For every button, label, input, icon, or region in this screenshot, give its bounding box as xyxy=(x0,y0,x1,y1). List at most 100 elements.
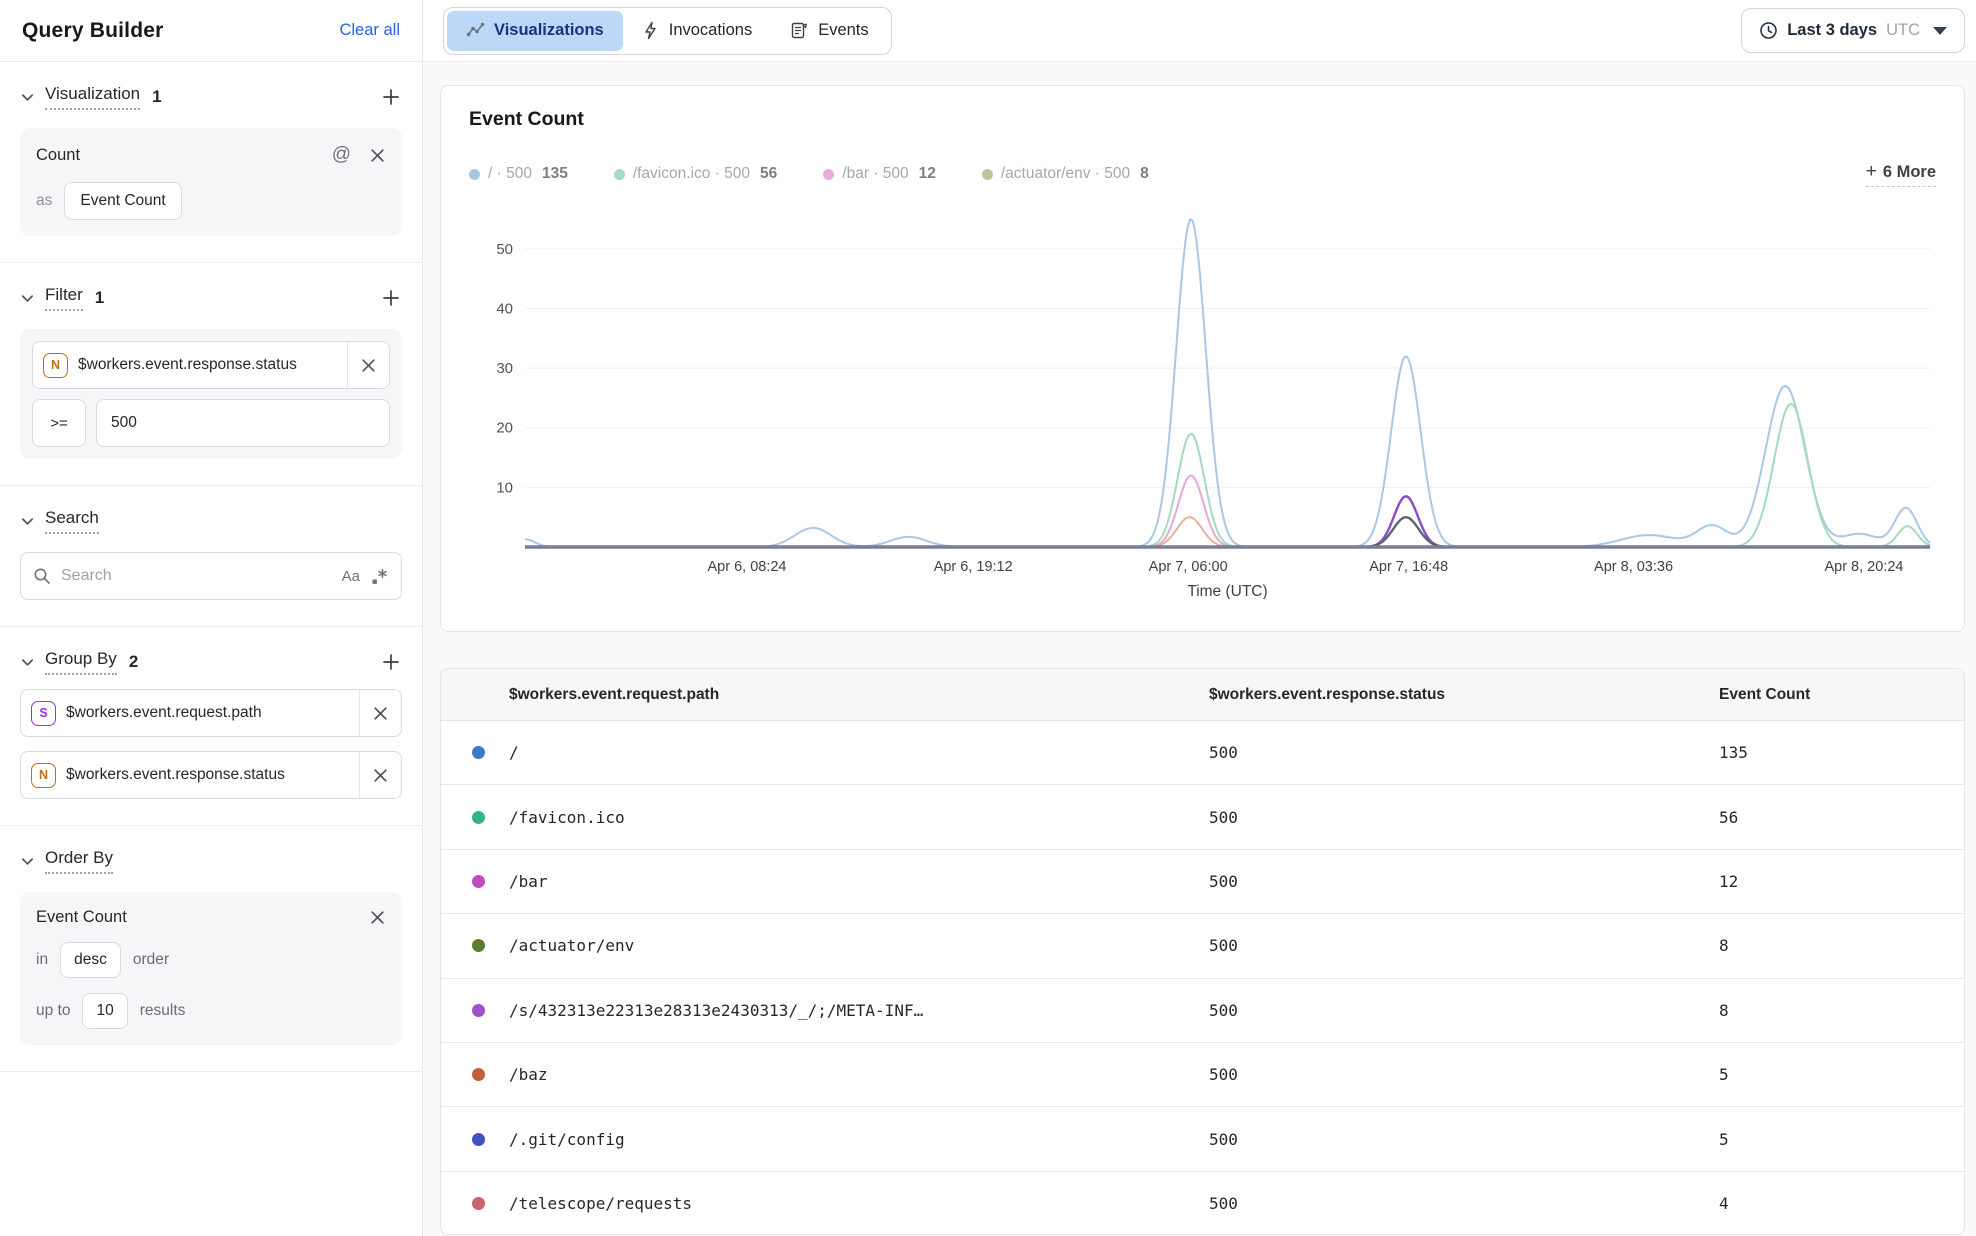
legend-dot xyxy=(823,169,834,180)
clear-all-button[interactable]: Clear all xyxy=(339,21,400,40)
cell-request-path: /s/432313e22313e28313e2430313/_/;/META-I… xyxy=(509,1001,1209,1020)
legend-dot xyxy=(469,169,480,180)
table-header-row: $workers.event.request.path $workers.eve… xyxy=(441,669,1964,721)
x-axis-title: Time (UTC) xyxy=(1187,583,1267,599)
cell-response-status: 500 xyxy=(1209,1065,1719,1084)
cell-event-count: 135 xyxy=(1719,743,1964,762)
group-by-field-name: $workers.event.request.path xyxy=(66,704,359,722)
add-visualization-button[interactable] xyxy=(380,86,402,108)
table-row[interactable]: /.git/config5005 xyxy=(441,1107,1964,1171)
order-by-section-label[interactable]: Order By xyxy=(45,848,113,874)
series-color-dot xyxy=(472,1068,485,1081)
number-type-badge: N xyxy=(31,763,56,788)
operator-select[interactable]: >= xyxy=(32,399,86,447)
chevron-down-icon[interactable] xyxy=(20,90,35,105)
series-color-dot xyxy=(472,1004,485,1017)
app-root: Query Builder Clear all Visualization 1 … xyxy=(0,0,1976,1236)
cell-response-status: 500 xyxy=(1209,936,1719,955)
view-tab-group: Visualizations Invocations Events xyxy=(443,7,892,55)
chart-series xyxy=(525,404,1930,547)
cell-request-path: /actuator/env xyxy=(509,936,1209,955)
table-row[interactable]: /s/432313e22313e28313e2430313/_/;/META-I… xyxy=(441,979,1964,1043)
svg-text:40: 40 xyxy=(496,300,513,317)
add-filter-button[interactable] xyxy=(380,287,402,309)
table-row[interactable]: /telescope/requests5004 xyxy=(441,1172,1964,1235)
legend-row: / · 500135/favicon.ico · 50056/bar · 500… xyxy=(469,161,1936,187)
tab-label: Invocations xyxy=(669,21,752,40)
as-label: as xyxy=(36,192,52,210)
filter-section-label[interactable]: Filter xyxy=(45,285,83,311)
cell-event-count: 8 xyxy=(1719,936,1964,955)
cell-event-count: 56 xyxy=(1719,808,1964,827)
table-row[interactable]: /500135 xyxy=(441,721,1964,785)
match-case-icon[interactable]: Aa xyxy=(342,568,360,585)
cell-event-count: 5 xyxy=(1719,1065,1964,1084)
group-by-field[interactable]: N $workers.event.response.status xyxy=(20,751,402,799)
filter-field[interactable]: N $workers.event.response.status xyxy=(32,341,390,389)
clock-icon xyxy=(1759,21,1778,40)
column-header-status[interactable]: $workers.event.response.status xyxy=(1209,686,1719,704)
series-color-dot xyxy=(472,746,485,759)
column-header-path[interactable]: $workers.event.request.path xyxy=(509,686,1209,704)
remove-group-by-icon[interactable] xyxy=(359,690,401,736)
search-input[interactable] xyxy=(61,567,332,585)
legend-more-button[interactable]: + 6 More xyxy=(1866,161,1936,187)
series-color-dot xyxy=(472,1197,485,1210)
tab-visualizations[interactable]: Visualizations xyxy=(447,11,623,51)
chevron-down-icon[interactable] xyxy=(20,655,35,670)
remove-group-by-icon[interactable] xyxy=(359,752,401,798)
legend-item[interactable]: / · 500135 xyxy=(469,165,568,183)
cell-response-status: 500 xyxy=(1209,1001,1719,1020)
group-by-section-label[interactable]: Group By xyxy=(45,649,117,675)
legend-item[interactable]: /actuator/env · 5008 xyxy=(982,165,1149,183)
query-builder-sidebar: Query Builder Clear all Visualization 1 … xyxy=(0,0,423,1236)
regex-icon[interactable] xyxy=(370,567,389,586)
column-header-count[interactable]: Event Count xyxy=(1719,686,1964,704)
at-sign-icon[interactable]: @ xyxy=(332,144,351,166)
results-table: $workers.event.request.path $workers.eve… xyxy=(440,668,1965,1235)
legend-item[interactable]: /bar · 50012 xyxy=(823,165,936,183)
series-color-dot xyxy=(472,1133,485,1146)
cell-request-path: / xyxy=(509,743,1209,762)
table-row[interactable]: /actuator/env5008 xyxy=(441,914,1964,978)
remove-order-by-icon[interactable] xyxy=(369,909,386,926)
table-row[interactable]: /baz5005 xyxy=(441,1043,1964,1107)
cell-response-status: 500 xyxy=(1209,1130,1719,1149)
tab-invocations[interactable]: Invocations xyxy=(623,11,771,51)
direction-select[interactable]: desc xyxy=(60,942,121,978)
remove-visualization-icon[interactable] xyxy=(369,147,386,164)
search-section-label[interactable]: Search xyxy=(45,508,99,534)
alias-button[interactable]: Event Count xyxy=(64,182,181,220)
tab-events[interactable]: Events xyxy=(771,11,887,51)
cell-response-status: 500 xyxy=(1209,743,1719,762)
legend-label: /favicon.ico · 500 xyxy=(633,165,750,183)
visualization-section-label[interactable]: Visualization xyxy=(45,84,140,110)
page-title: Query Builder xyxy=(22,19,163,43)
order-by-field[interactable]: Event Count xyxy=(36,908,127,927)
results-label: results xyxy=(140,1002,186,1020)
group-by-field[interactable]: S $workers.event.request.path xyxy=(20,689,402,737)
chevron-down-icon[interactable] xyxy=(20,291,35,306)
filter-value-input[interactable]: 500 xyxy=(96,399,390,447)
table-body: /500135/favicon.ico50056/bar50012/actuat… xyxy=(441,721,1964,1235)
main-area: Visualizations Invocations Events xyxy=(423,0,1976,1236)
add-group-by-button[interactable] xyxy=(380,651,402,673)
remove-filter-icon[interactable] xyxy=(347,342,389,388)
table-row[interactable]: /bar50012 xyxy=(441,850,1964,914)
legend-dot xyxy=(982,169,993,180)
table-row[interactable]: /favicon.ico50056 xyxy=(441,785,1964,849)
chevron-down-icon[interactable] xyxy=(20,514,35,529)
time-range-selector[interactable]: Last 3 days UTC xyxy=(1741,8,1965,53)
chevron-down-icon[interactable] xyxy=(20,854,35,869)
cell-response-status: 500 xyxy=(1209,808,1719,827)
chart-plot-area[interactable]: 1020304050Apr 6, 08:24Apr 6, 19:12Apr 7,… xyxy=(469,197,1936,599)
metric-name[interactable]: Count xyxy=(36,146,80,165)
time-range-label: Last 3 days xyxy=(1787,21,1877,40)
chart-series xyxy=(525,496,1930,547)
limit-input[interactable]: 10 xyxy=(82,993,127,1029)
chart-title: Event Count xyxy=(469,108,1936,131)
up-to-label: up to xyxy=(36,1002,70,1020)
chart-series xyxy=(525,476,1930,548)
legend-item[interactable]: /favicon.ico · 50056 xyxy=(614,165,777,183)
legend-count: 135 xyxy=(542,165,568,183)
